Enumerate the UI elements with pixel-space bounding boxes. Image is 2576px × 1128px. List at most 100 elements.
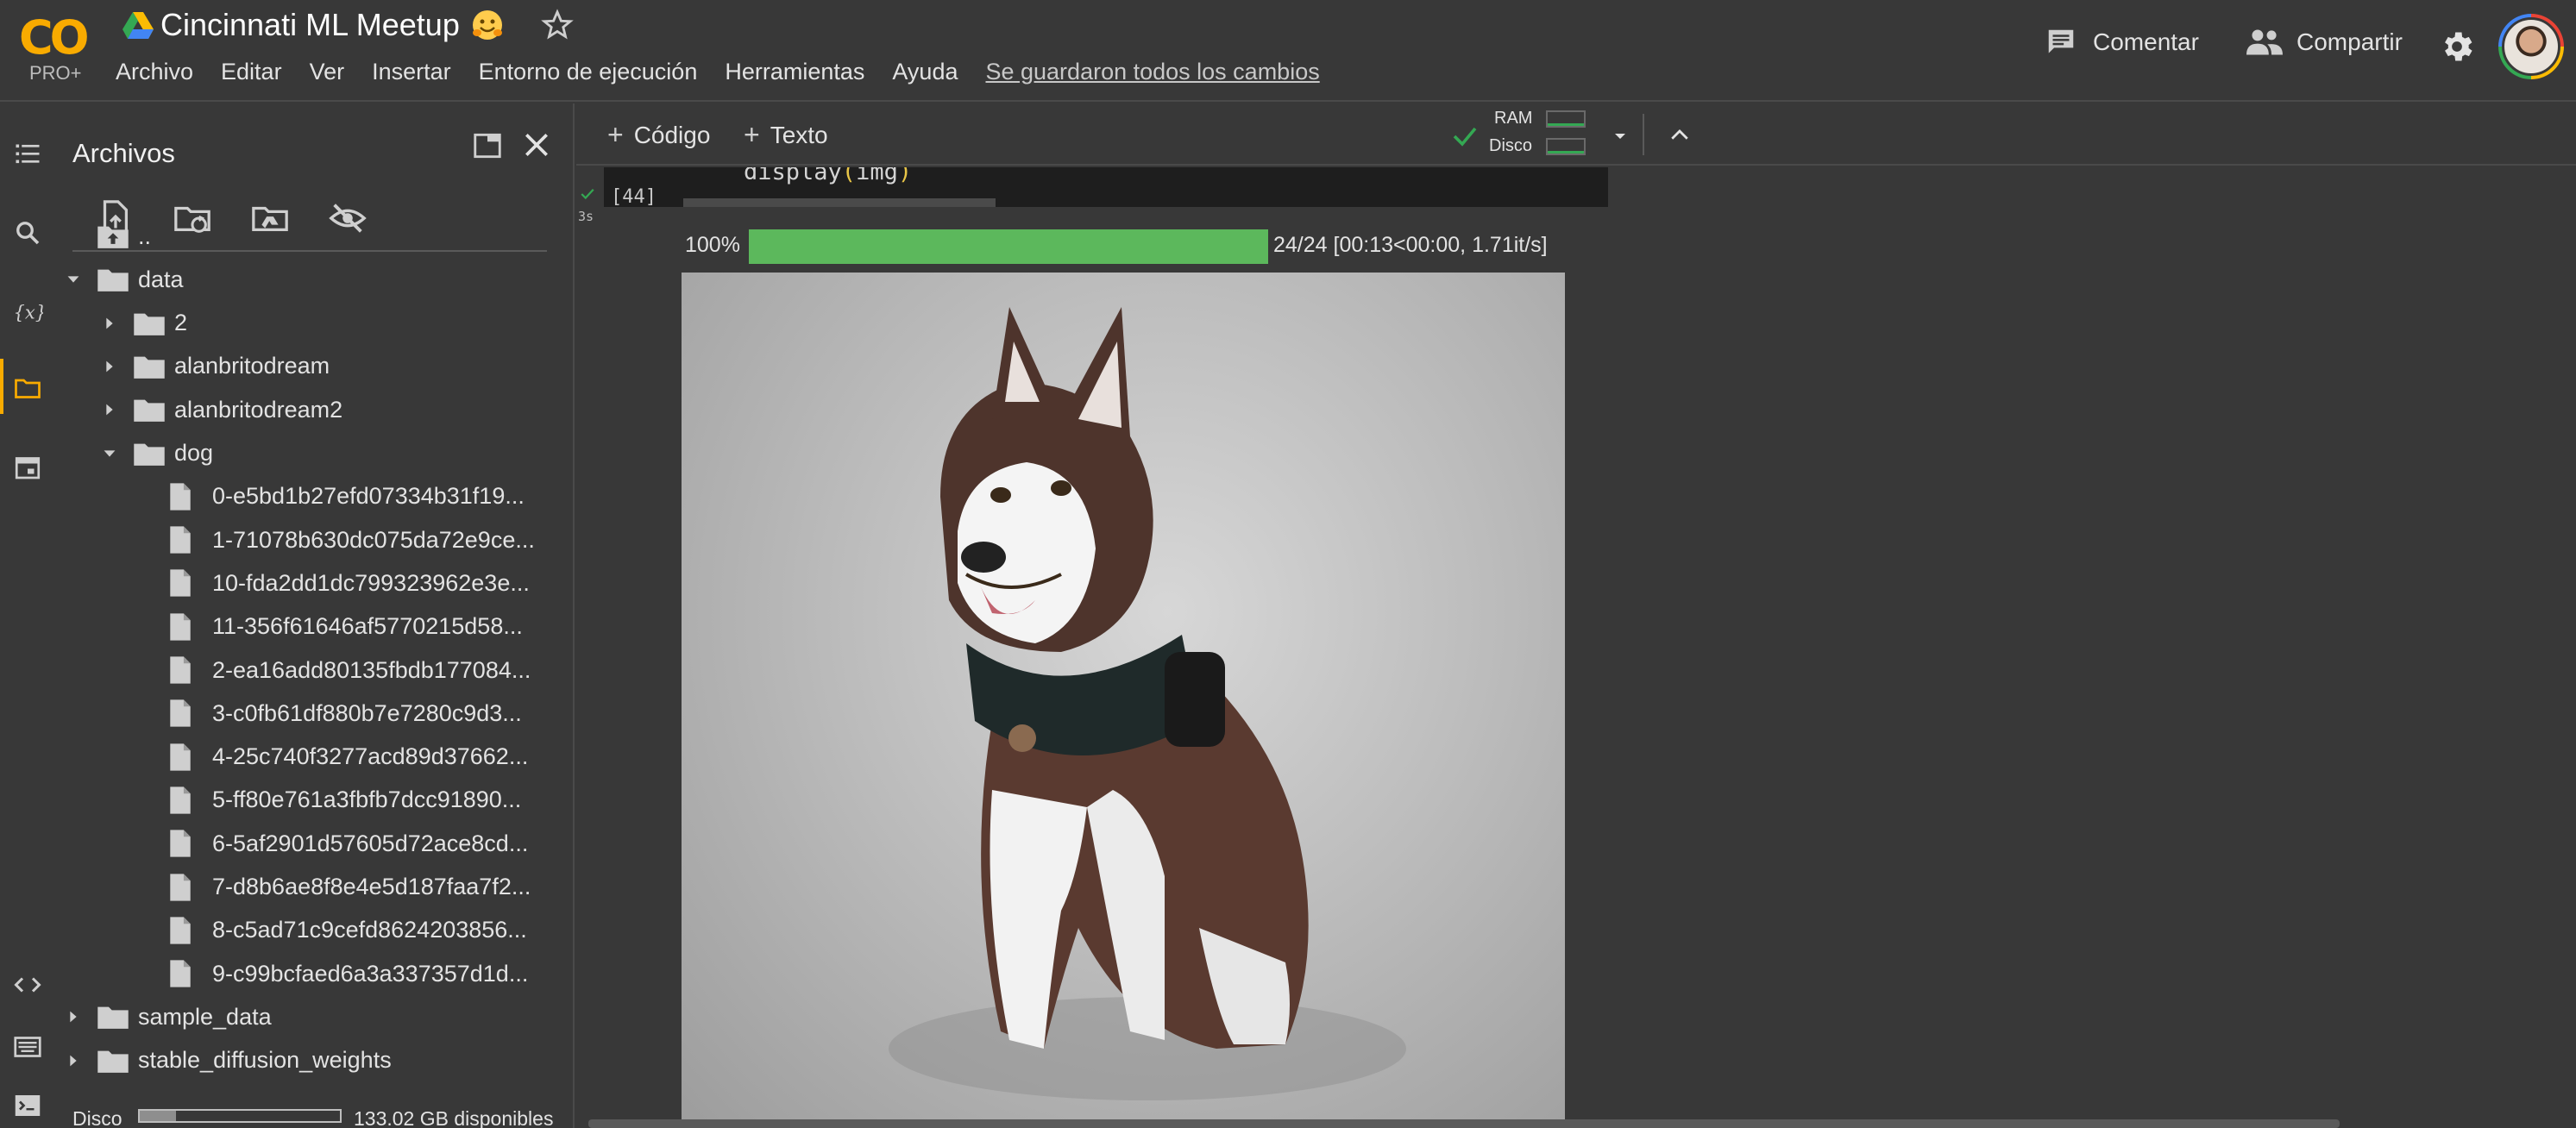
add-text-button[interactable]: + Texto bbox=[744, 119, 828, 151]
disk-label: Disco bbox=[72, 1107, 123, 1128]
file-icon bbox=[170, 743, 191, 771]
progress-percent: 100% bbox=[685, 233, 740, 257]
file-tree-item-file[interactable]: 10-fda2dd1dc799323962e3e... bbox=[136, 564, 530, 602]
file-tree-item-file[interactable]: 3-c0fb61df880b7e7280c9d3... bbox=[136, 694, 522, 732]
chevron-up-icon[interactable] bbox=[1667, 122, 1693, 148]
hide-files-icon[interactable] bbox=[328, 198, 368, 238]
file-tree-item-file[interactable]: 4-25c740f3277acd89d37662... bbox=[136, 738, 528, 776]
file-tree-label: 11-356f61646af5770215d58... bbox=[212, 613, 523, 640]
husky-dog-image bbox=[682, 273, 1565, 1121]
file-tree-label: 4-25c740f3277acd89d37662... bbox=[212, 743, 529, 770]
file-icon bbox=[170, 917, 191, 944]
menu-entorno-de-ejecucion[interactable]: Entorno de ejecución bbox=[479, 59, 698, 85]
file-tree-item-file[interactable]: 0-e5bd1b27efd07334b31f19... bbox=[136, 478, 525, 516]
file-tree-item-file[interactable]: 6-5af2901d57605d72ace8cd... bbox=[136, 824, 528, 862]
save-status-link[interactable]: Se guardaron todos los cambios bbox=[985, 59, 1319, 85]
disk-meter-label[interactable]: Disco bbox=[1489, 136, 1532, 156]
code-cell-editor[interactable]: display(img) bbox=[604, 167, 1608, 207]
file-tree-label: stable_diffusion_weights bbox=[138, 1047, 392, 1074]
refresh-folder-icon[interactable] bbox=[173, 198, 212, 238]
chevron-right-icon[interactable] bbox=[64, 1007, 97, 1026]
comment-button[interactable]: Comentar bbox=[2045, 26, 2199, 59]
file-tree-item-file[interactable]: 9-c99bcfaed6a3a337357d1d... bbox=[136, 955, 528, 993]
gear-icon[interactable] bbox=[2438, 28, 2476, 66]
disk-usage-fill bbox=[140, 1111, 176, 1121]
share-button[interactable]: Compartir bbox=[2246, 26, 2403, 59]
star-icon[interactable] bbox=[541, 9, 574, 41]
connected-check-icon[interactable] bbox=[1449, 121, 1480, 152]
file-icon bbox=[170, 526, 191, 554]
google-drive-icon[interactable] bbox=[123, 12, 154, 40]
menu-ayuda[interactable]: Ayuda bbox=[892, 59, 958, 85]
chevron-down-icon[interactable] bbox=[100, 444, 133, 463]
chevron-down-icon[interactable] bbox=[1608, 126, 1632, 147]
file-tree-item-folder[interactable]: alanbritodream2 bbox=[100, 391, 342, 429]
calendar-icon[interactable] bbox=[12, 452, 43, 483]
chevron-right-icon[interactable] bbox=[100, 400, 133, 419]
chevron-down-icon[interactable] bbox=[64, 270, 97, 289]
add-code-button[interactable]: + Código bbox=[607, 119, 710, 151]
menu-bar: Archivo Editar Ver Insertar Entorno de e… bbox=[116, 59, 1348, 85]
file-tree-label: alanbritodream2 bbox=[174, 396, 343, 423]
ram-label[interactable]: RAM bbox=[1494, 109, 1532, 128]
add-text-label: Texto bbox=[770, 121, 828, 148]
file-tree-item-folder[interactable]: data bbox=[64, 260, 184, 298]
file-tree-item-folder[interactable]: .. bbox=[64, 217, 151, 255]
file-tree-item-file[interactable]: 8-c5ad71c9cefd8624203856... bbox=[136, 912, 527, 949]
search-icon[interactable] bbox=[12, 217, 43, 248]
close-icon[interactable] bbox=[519, 128, 554, 162]
parent-folder-icon bbox=[97, 226, 129, 248]
variables-icon[interactable]: {x} bbox=[12, 297, 44, 328]
menu-herramientas[interactable]: Herramientas bbox=[725, 59, 864, 85]
colab-logo[interactable]: CO PRO+ bbox=[19, 10, 97, 84]
command-palette-icon[interactable] bbox=[12, 1031, 43, 1062]
hugging-face-emoji-icon bbox=[473, 10, 502, 40]
file-tree-item-file[interactable]: 11-356f61646af5770215d58... bbox=[136, 608, 523, 646]
ram-meter[interactable] bbox=[1546, 110, 1586, 128]
file-icon bbox=[170, 656, 191, 684]
menu-ver[interactable]: Ver bbox=[310, 59, 345, 85]
file-tree-item-file[interactable]: 5-ff80e761a3fbfb7dcc91890... bbox=[136, 781, 521, 819]
open-in-tab-icon[interactable] bbox=[471, 129, 504, 162]
active-tab-indicator bbox=[0, 359, 3, 414]
terminal-icon[interactable] bbox=[12, 1090, 43, 1121]
menu-archivo[interactable]: Archivo bbox=[116, 59, 193, 85]
file-tree-item-folder[interactable]: alanbritodream bbox=[100, 348, 330, 385]
file-tree-label: dog bbox=[174, 440, 214, 466]
file-tree-item-file[interactable]: 1-71078b630dc075da72e9ce... bbox=[136, 521, 535, 559]
mount-drive-icon[interactable] bbox=[250, 198, 290, 238]
code-snippets-icon[interactable] bbox=[12, 969, 43, 1000]
left-icon-rail: {x} bbox=[0, 103, 57, 1128]
file-tree-label: .. bbox=[138, 222, 152, 249]
chevron-right-icon[interactable] bbox=[64, 1051, 97, 1070]
file-tree-item-folder[interactable]: stable_diffusion_weights bbox=[64, 1042, 392, 1080]
horizontal-scrollbar[interactable] bbox=[588, 1119, 2340, 1128]
file-tree-label: 6-5af2901d57605d72ace8cd... bbox=[212, 830, 529, 856]
user-avatar[interactable] bbox=[2498, 14, 2564, 79]
code-token-arg: img bbox=[856, 167, 898, 185]
execution-count[interactable]: [44] bbox=[611, 186, 657, 208]
file-tree-label: 0-e5bd1b27efd07334b31f19... bbox=[212, 483, 525, 510]
chevron-right-icon[interactable] bbox=[100, 357, 133, 376]
file-tree-item-folder[interactable]: 2 bbox=[100, 304, 187, 342]
notebook-title[interactable]: Cincinnati ML Meetup bbox=[160, 7, 460, 43]
disk-meter[interactable] bbox=[1546, 138, 1586, 155]
file-tree-item-file[interactable]: 2-ea16add80135fbdb177084... bbox=[136, 651, 531, 689]
code-horizontal-scrollbar[interactable] bbox=[683, 198, 996, 207]
file-tree-item-file[interactable]: 7-d8b6ae8f8e4e5d187faa7f2... bbox=[136, 868, 531, 906]
table-of-contents-icon[interactable] bbox=[12, 138, 43, 169]
progress-bar bbox=[749, 229, 1268, 264]
chevron-right-icon[interactable] bbox=[100, 314, 133, 333]
file-tree-item-folder[interactable]: sample_data bbox=[64, 998, 272, 1036]
menu-insertar[interactable]: Insertar bbox=[372, 59, 451, 85]
file-tree-item-folder[interactable]: dog bbox=[100, 435, 213, 473]
code-line[interactable]: display(img) bbox=[744, 167, 912, 185]
menu-editar[interactable]: Editar bbox=[221, 59, 282, 85]
files-folder-icon[interactable] bbox=[12, 373, 43, 404]
